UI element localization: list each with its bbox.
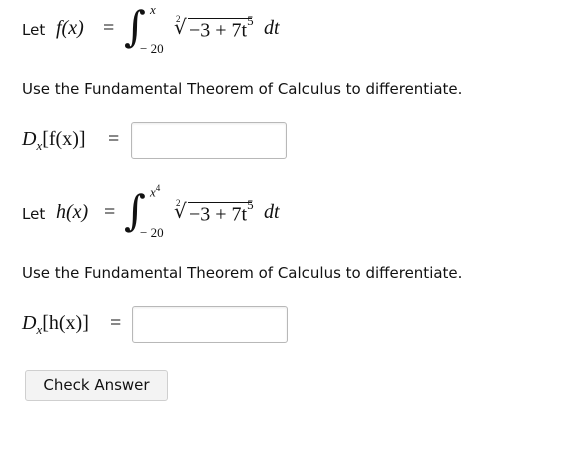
- lower-limit: − 20: [140, 41, 164, 56]
- instruction-text: Use the Fundamental Theorem of Calculus …: [22, 80, 463, 98]
- equals-sign: =: [103, 17, 115, 39]
- function-h-lhs: h(x): [56, 201, 89, 223]
- function-f-lhs: f(x): [56, 17, 84, 39]
- equals-sign: =: [108, 128, 120, 150]
- lower-limit: − 20: [140, 225, 164, 240]
- radical-sign: √: [174, 199, 187, 223]
- let-label: Let: [22, 205, 46, 223]
- upper-limit: x: [150, 2, 156, 17]
- derivative-operator: Dx[f(x)]: [22, 128, 86, 153]
- radical-sign: √: [174, 15, 187, 39]
- check-answer-button[interactable]: Check Answer: [25, 370, 168, 401]
- radicand: −3 + 7t5: [189, 197, 254, 226]
- differential: dt: [264, 17, 280, 39]
- radicand: −3 + 7t5: [189, 13, 254, 42]
- upper-limit: x4: [150, 183, 161, 200]
- instruction-text: Use the Fundamental Theorem of Calculus …: [22, 264, 463, 282]
- equals-sign: =: [104, 201, 116, 223]
- differential: dt: [264, 201, 280, 223]
- derivative-operator: Dx[h(x)]: [22, 312, 89, 337]
- answer-input-2[interactable]: [132, 306, 288, 343]
- answer-input-1[interactable]: [131, 122, 287, 159]
- equals-sign: =: [110, 312, 122, 334]
- let-label: Let: [22, 21, 46, 39]
